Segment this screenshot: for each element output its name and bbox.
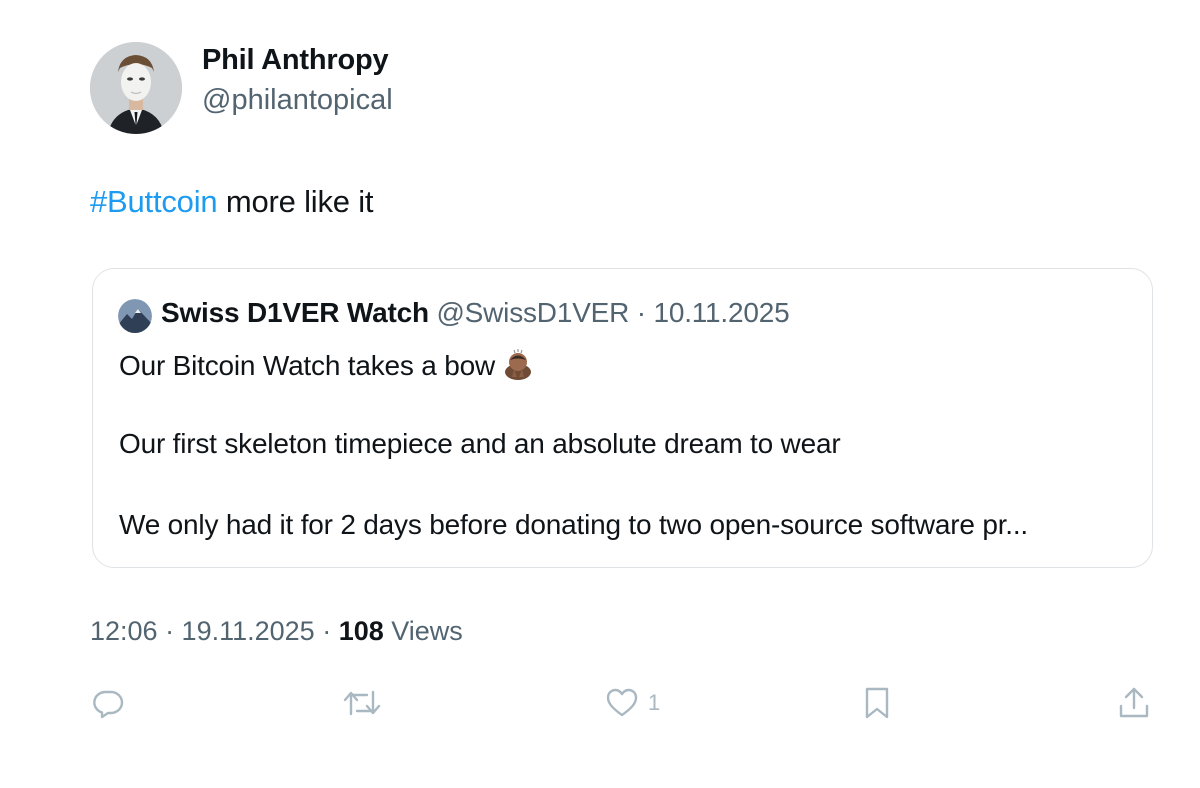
retweet-button[interactable] [342,683,382,723]
tweet: Phil Anthropy @philantopical #Buttcoin m… [0,0,1200,788]
quote-line-3: We only had it for 2 days before donatin… [119,509,1029,540]
quote-header: Swiss D1VER Watch @SwissD1VER · 10.11.20… [161,297,790,329]
quote-handle-date: @SwissD1VER · 10.11.2025 [428,297,790,328]
reply-button[interactable] [92,683,124,723]
quote-line-1: Our Bitcoin Watch takes a bow [119,347,535,382]
heart-icon [606,688,638,717]
quoted-tweet-card[interactable]: Swiss D1VER Watch @SwissD1VER · 10.11.20… [92,268,1153,568]
masked-man-avatar-icon [90,42,182,134]
timestamp[interactable]: 12:06 · 19.11.2025 · [90,616,339,646]
author-name[interactable]: Phil Anthropy [202,44,389,77]
mountain-avatar-icon [118,299,152,333]
views-label: Views [383,616,463,646]
tweet-text: #Buttcoin more like it [90,184,374,220]
author-handle[interactable]: @philantopical [202,84,393,117]
tweet-body-text: more like it [217,184,374,219]
hashtag-link[interactable]: #Buttcoin [90,184,218,219]
quote-avatar[interactable] [118,299,152,333]
like-button[interactable]: 1 [606,683,660,723]
quote-line-1-text: Our Bitcoin Watch takes a bow [119,350,495,381]
share-icon [1119,687,1149,718]
person-bowing-emoji-icon [501,347,535,381]
author-avatar[interactable] [90,42,182,134]
bookmark-icon [865,687,889,719]
quote-author-name[interactable]: Swiss D1VER Watch [161,297,429,328]
views-count: 108 [338,616,384,646]
reply-icon [93,690,124,719]
like-count: 1 [648,690,661,715]
bookmark-button[interactable] [863,683,891,723]
timestamp-row: 12:06 · 19.11.2025 · 108 Views [90,616,463,647]
retweet-icon [343,690,381,716]
share-button[interactable] [1118,683,1150,723]
quote-line-2: Our first skeleton timepiece and an abso… [119,428,841,459]
